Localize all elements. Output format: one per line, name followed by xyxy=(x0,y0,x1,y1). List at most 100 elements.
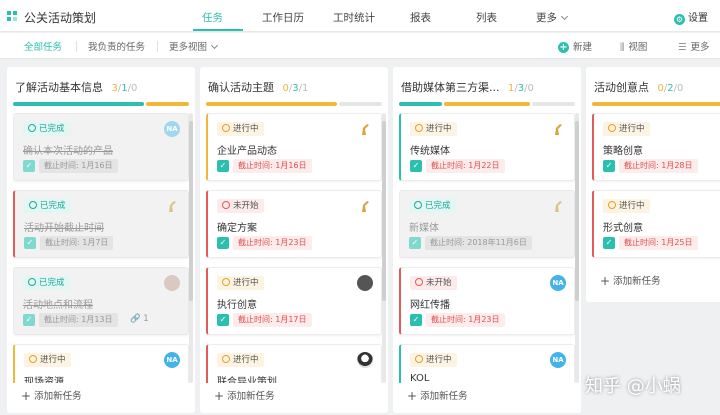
checkbox-icon[interactable]: ✓ xyxy=(23,160,35,172)
checkbox-icon[interactable]: ✓ xyxy=(217,237,229,249)
add-task-button[interactable]: + 添加新任务 xyxy=(600,273,661,288)
column-header[interactable]: 确认活动主题 0/3/1 xyxy=(208,79,308,95)
card-list: 进行中 传统媒体 ✓ 截止时间: 1月22日 已完成 新媒体 ✓ 截止时间: 2… xyxy=(399,113,575,383)
checkbox-icon[interactable]: ✓ xyxy=(409,237,421,249)
task-title: 企业产品动态 xyxy=(217,146,277,157)
status-badge: 进行中 xyxy=(410,122,457,136)
tab-timesheet[interactable]: 工时统计 xyxy=(333,10,375,25)
task-card[interactable]: 未开始 确定方案 ✓ 截止时间: 1月23日 xyxy=(206,190,382,258)
view-all-tasks[interactable]: 全部任务 xyxy=(24,39,62,53)
status-badge: 进行中 xyxy=(217,122,264,136)
task-card[interactable]: 进行中 执行创意 ✓ 截止时间: 1月17日 xyxy=(206,267,382,335)
checkbox-icon[interactable]: ✓ xyxy=(24,237,36,249)
checkbox-icon[interactable]: ✓ xyxy=(217,160,229,172)
due-date-badge: 截止时间: 1月16日 xyxy=(233,159,312,173)
checkbox-icon[interactable]: ✓ xyxy=(603,160,615,172)
task-card[interactable]: 进行中 形式创意 ✓ 截止时间: 1月25日 xyxy=(592,190,720,258)
giraffe-avatar-icon[interactable] xyxy=(357,198,373,214)
view-bar: 全部任务 我负责的任务 更多视图 + 新建 ⫼ 视图 ☰ 更多 xyxy=(0,33,720,59)
task-card[interactable]: 已完成 活动开始截止时间 ✓ 截止时间: 1月7日 xyxy=(13,190,189,258)
column-header[interactable]: 活动创意点 0/2/0 xyxy=(594,79,683,95)
task-card[interactable]: 已完成 活动地点和流程 ✓ 截止时间: 1月13日 🔗 1 xyxy=(13,267,189,335)
giraffe-avatar-icon[interactable] xyxy=(357,121,373,137)
task-card[interactable]: 进行中 联合异业策划 xyxy=(206,344,382,383)
column-basic-info: 了解活动基本信息 3/1/0 已完成 NA 确认本次活动的产品 ✓ 截止时间: … xyxy=(7,67,195,413)
avatar[interactable]: NA xyxy=(550,352,566,368)
due-date-badge: 截止时间: 1月16日 xyxy=(39,159,118,173)
task-card[interactable]: 进行中 NA KOL xyxy=(399,344,575,383)
clock-icon xyxy=(222,278,230,286)
view-my-tasks[interactable]: 我负责的任务 xyxy=(88,39,145,53)
settings-button[interactable]: ⚙ 设置 xyxy=(674,9,708,25)
tab-list[interactable]: 列表 xyxy=(476,10,497,25)
column-progress-bar xyxy=(13,102,189,106)
column-scrollbar[interactable] xyxy=(382,113,386,383)
task-title: 确认本次活动的产品 xyxy=(23,146,113,157)
tab-calendar[interactable]: 工作日历 xyxy=(262,10,304,25)
column-progress-bar xyxy=(399,102,575,106)
task-card[interactable]: 进行中 传统媒体 ✓ 截止时间: 1月22日 xyxy=(399,113,575,181)
column-creative-points: 活动创意点 0/2/0 进行中 策略创意 ✓ 截止时间: 1月28日 进行中 形… xyxy=(586,67,720,302)
avatar[interactable] xyxy=(164,275,180,291)
view-button[interactable]: ⫼ 视图 xyxy=(620,39,647,53)
giraffe-avatar-icon[interactable] xyxy=(550,198,566,214)
project-title[interactable]: 公关活动策划 xyxy=(24,9,96,26)
task-card[interactable]: 已完成 NA 确认本次活动的产品 ✓ 截止时间: 1月16日 xyxy=(13,113,189,181)
card-list: 进行中 企业产品动态 ✓ 截止时间: 1月16日 未开始 确定方案 ✓ 截止时间… xyxy=(206,113,382,383)
column-media-channels: 借助媒体第三方渠... 1/3/0 进行中 传统媒体 ✓ 截止时间: 1月22日… xyxy=(393,67,581,413)
more-views-label: 更多视图 xyxy=(169,42,208,53)
status-badge: 未开始 xyxy=(217,199,264,213)
check-circle-icon xyxy=(29,201,37,209)
checkbox-icon[interactable]: ✓ xyxy=(410,160,422,172)
task-card[interactable]: 进行中 企业产品动态 ✓ 截止时间: 1月16日 xyxy=(206,113,382,181)
task-title: 形式创意 xyxy=(603,223,643,234)
task-card[interactable]: 未开始 NA 网红传播 ✓ 截止时间: 1月23日 xyxy=(399,267,575,335)
column-header[interactable]: 了解活动基本信息 3/1/0 xyxy=(15,79,137,95)
checkbox-icon[interactable]: ✓ xyxy=(23,314,35,326)
checkbox-icon[interactable]: ✓ xyxy=(603,237,615,249)
status-badge: 进行中 xyxy=(410,353,457,367)
tab-tasks[interactable]: 任务 xyxy=(202,10,223,25)
due-date-badge: 截止时间: 1月7日 xyxy=(40,236,114,250)
tab-more[interactable]: 更多 xyxy=(536,10,569,25)
column-scrollbar[interactable] xyxy=(575,113,579,383)
due-date-badge: 截止时间: 1月22日 xyxy=(426,159,505,173)
avatar[interactable]: NA xyxy=(164,352,180,368)
clock-icon xyxy=(222,355,230,363)
more-button[interactable]: ☰ 更多 xyxy=(678,39,710,53)
avatar[interactable]: NA xyxy=(164,121,180,137)
task-title: 活动开始截止时间 xyxy=(24,223,104,234)
task-card[interactable]: 进行中 NA 现场资源 xyxy=(13,344,189,383)
task-title: 传统媒体 xyxy=(410,146,450,157)
task-title: 现场资源 xyxy=(24,377,64,383)
status-badge: 已完成 xyxy=(24,199,71,213)
column-header[interactable]: 借助媒体第三方渠... 1/3/0 xyxy=(401,79,534,95)
avatar[interactable] xyxy=(357,275,373,291)
task-title: 策略创意 xyxy=(603,146,643,157)
status-badge: 进行中 xyxy=(603,199,650,213)
column-title: 借助媒体第三方渠... xyxy=(401,81,500,94)
tab-reports[interactable]: 报表 xyxy=(410,10,431,25)
avatar[interactable] xyxy=(357,352,373,368)
add-task-button[interactable]: + 添加新任务 xyxy=(21,388,82,403)
divider xyxy=(157,41,158,52)
kanban-board: 了解活动基本信息 3/1/0 已完成 NA 确认本次活动的产品 ✓ 截止时间: … xyxy=(0,60,720,415)
new-button[interactable]: + 新建 xyxy=(558,39,592,53)
checkbox-icon[interactable]: ✓ xyxy=(217,314,229,326)
add-task-button[interactable]: + 添加新任务 xyxy=(214,388,275,403)
check-circle-icon xyxy=(414,201,422,209)
plus-icon: + xyxy=(558,42,569,53)
checkbox-icon[interactable]: ✓ xyxy=(410,314,422,326)
task-card[interactable]: 进行中 策略创意 ✓ 截止时间: 1月28日 xyxy=(592,113,720,181)
avatar[interactable]: NA xyxy=(550,275,566,291)
column-scrollbar[interactable] xyxy=(189,113,193,383)
add-task-button[interactable]: + 添加新任务 xyxy=(407,388,468,403)
column-counts: 0/2/0 xyxy=(657,83,684,94)
task-card[interactable]: 已完成 新媒体 ✓ 截止时间: 2018年11月6日 xyxy=(399,190,575,258)
giraffe-avatar-icon[interactable] xyxy=(164,198,180,214)
card-list: 进行中 策略创意 ✓ 截止时间: 1月28日 进行中 形式创意 ✓ 截止时间: … xyxy=(592,113,720,263)
more-views-dropdown[interactable]: 更多视图 xyxy=(169,39,219,53)
top-bar: 公关活动策划 任务 工作日历 工时统计 报表 列表 更多 ⚙ 设置 xyxy=(0,0,720,32)
status-badge: 已完成 xyxy=(409,199,456,213)
giraffe-avatar-icon[interactable] xyxy=(550,121,566,137)
